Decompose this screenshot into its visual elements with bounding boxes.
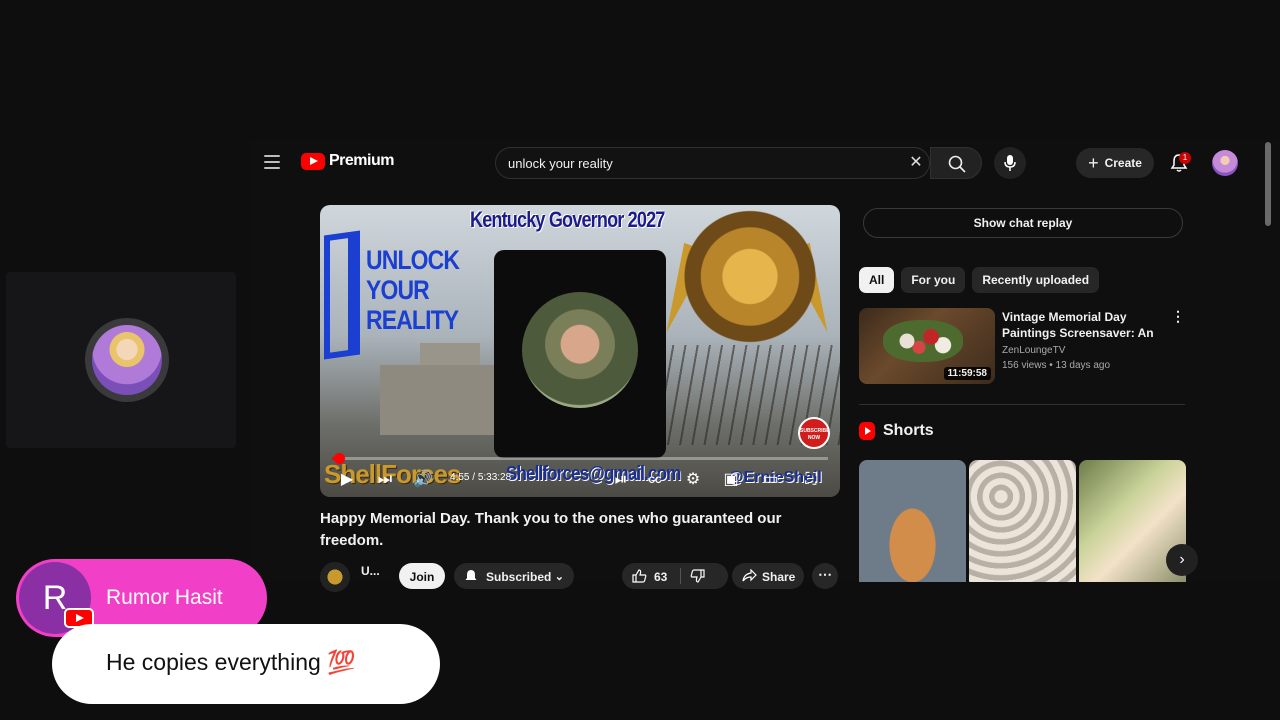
fullscreen-icon[interactable]: ⛶ <box>800 469 822 491</box>
next-icon[interactable]: ⏭ <box>374 469 396 491</box>
chat-author-name: Rumor Hasit <box>106 586 223 609</box>
subscribed-label: Subscribed <box>486 570 552 584</box>
chip-all[interactable]: All <box>859 267 895 293</box>
flowers-painting-graphic <box>883 320 963 362</box>
channel-name[interactable]: U... <box>361 564 380 578</box>
play-icon[interactable]: ▶ <box>336 469 358 491</box>
miniplayer-icon[interactable]: ▣ <box>720 469 742 491</box>
microphone-icon <box>1004 155 1016 171</box>
tiger-graphic <box>680 209 820 359</box>
current-time: 4:55 <box>450 472 470 483</box>
like-count: 63 <box>654 570 668 584</box>
webcam-card <box>494 250 666 458</box>
duration: 5:33:28 <box>477 472 512 483</box>
video-title: Happy Memorial Day. Thank you to the one… <box>320 510 782 549</box>
player-controls: ▶ ⏭ 🔊 4:55 / 5:33:28 ⏯ CC ⚙ ▣ ▭ ⛶ <box>320 465 840 497</box>
autoplay-toggle-icon[interactable]: ⏯ <box>610 469 632 491</box>
chip-for-you[interactable]: For you <box>901 267 966 293</box>
search-button[interactable] <box>930 147 982 179</box>
settings-gear-icon[interactable]: ⚙ <box>682 469 704 491</box>
webcam-panel <box>6 272 236 448</box>
recommended-meta: 156 views • 13 days ago <box>1002 360 1111 371</box>
search-box: ✕ <box>495 147 930 179</box>
chevron-right-icon[interactable]: › <box>1166 544 1198 576</box>
like-divider <box>680 568 681 584</box>
video-overlay-title: Kentucky Governor 2027 <box>470 207 665 232</box>
video-duration-badge: 11:59:58 <box>943 367 991 380</box>
volume-icon[interactable]: 🔊 <box>412 469 434 491</box>
door-graphic <box>324 230 360 360</box>
progress-bar[interactable] <box>332 453 828 464</box>
share-label: Share <box>762 570 796 584</box>
recommended-channel[interactable]: ZenLoungeTV <box>1002 345 1065 356</box>
scrollbar[interactable] <box>1265 142 1271 226</box>
youtube-logo-icon <box>301 152 325 170</box>
video-player[interactable]: UNLOCK YOUR REALITY Kentucky Governor 2027… <box>320 205 840 497</box>
like-dislike-group: 63 <box>622 563 728 589</box>
hamburger-menu-icon[interactable] <box>264 155 280 169</box>
more-actions-icon[interactable]: ⋯ <box>812 563 838 589</box>
thumbs-up-icon[interactable] <box>632 569 647 583</box>
filter-chips: All For you Recently uploaded <box>859 267 1100 293</box>
theater-mode-icon[interactable]: ▭ <box>760 469 782 491</box>
search-icon <box>948 155 966 173</box>
bell-icon <box>465 570 477 580</box>
time-display: 4:55 / 5:33:28 <box>450 472 512 483</box>
voice-search-button[interactable] <box>994 147 1026 179</box>
shorts-header: Shorts <box>859 422 934 440</box>
chevron-down-icon: ⌄ <box>554 571 564 583</box>
subscribe-now-badge: SUBSCRIBE NOW <box>798 417 830 449</box>
more-options-icon[interactable]: ⋮ <box>1171 308 1185 325</box>
stream-stage: Premium ✕ + Create 1 UNLOCKYOURREALITY <box>0 0 1280 720</box>
channel-avatar[interactable] <box>320 562 350 592</box>
account-avatar[interactable] <box>1212 150 1238 176</box>
streamer-avatar <box>85 318 169 402</box>
clear-search-icon[interactable]: ✕ <box>908 155 924 171</box>
plus-icon: + <box>1088 153 1099 173</box>
search-input[interactable] <box>508 148 898 178</box>
subscribed-button[interactable]: Subscribed ⌄ <box>454 563 574 589</box>
logo-text: Premium <box>329 152 394 169</box>
shorts-icon <box>859 422 875 440</box>
notification-count-badge: 1 <box>1179 152 1191 164</box>
chip-recently-uploaded[interactable]: Recently uploaded <box>972 267 1100 293</box>
create-label: Create <box>1104 156 1142 170</box>
share-button[interactable]: Share <box>732 563 804 589</box>
short-thumbnail[interactable] <box>969 460 1076 582</box>
share-icon <box>742 569 757 582</box>
youtube-window: Premium ✕ + Create 1 UNLOCKYOURREALITY <box>250 140 1280 592</box>
shorts-label: Shorts <box>883 422 934 439</box>
section-divider <box>859 404 1185 405</box>
presenter-face <box>522 292 638 408</box>
recommended-video[interactable]: 11:59:58 Vintage Memorial Day Paintings … <box>859 308 1189 384</box>
show-chat-replay-button[interactable]: Show chat replay <box>863 208 1183 238</box>
thumbs-down-icon[interactable] <box>690 569 705 583</box>
recommended-thumbnail[interactable]: 11:59:58 <box>859 308 995 384</box>
short-thumbnail[interactable] <box>859 460 966 582</box>
owner-row: U... Join Subscribed ⌄ 63 Share ⋯ <box>320 561 840 593</box>
join-button[interactable]: Join <box>399 563 445 589</box>
recommended-title[interactable]: Vintage Memorial Day Paintings Screensav… <box>1002 309 1172 341</box>
youtube-premium-logo[interactable]: Premium <box>301 152 394 170</box>
create-button[interactable]: + Create <box>1076 148 1154 178</box>
captions-icon[interactable]: CC <box>644 469 666 491</box>
chat-message-text: He copies everything 💯 <box>106 649 356 675</box>
masthead: Premium ✕ + Create 1 <box>250 140 1280 186</box>
unlock-your-reality-graphic: UNLOCK YOUR REALITY <box>366 245 460 335</box>
